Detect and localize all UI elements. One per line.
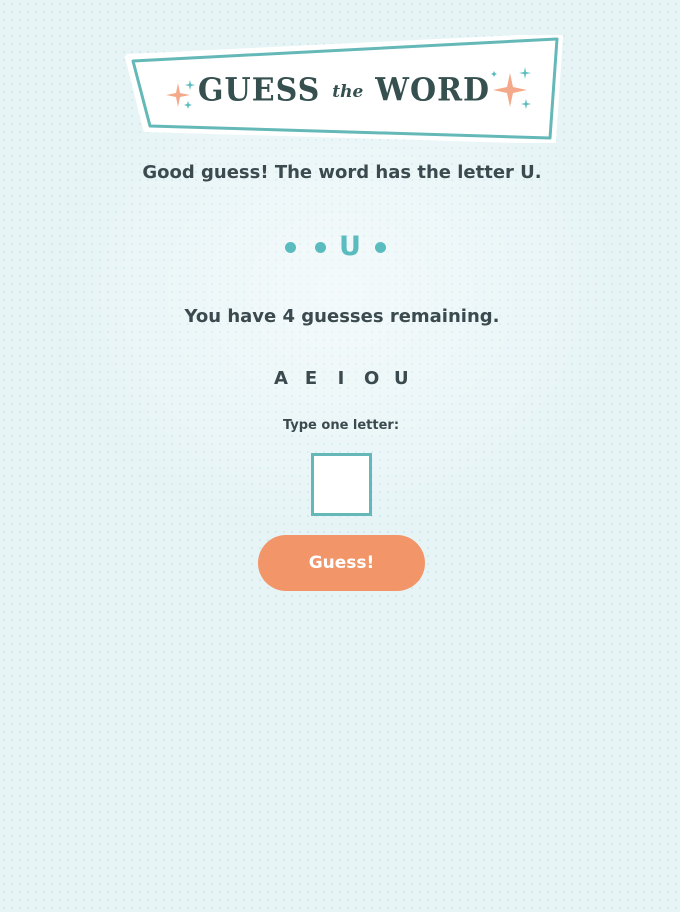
letter-input[interactable] xyxy=(311,453,372,516)
word-slot-hidden xyxy=(282,226,298,266)
hidden-letter-dot xyxy=(374,242,386,253)
status-message: Good guess! The word has the letter U. xyxy=(142,162,542,183)
guessed-letter: U xyxy=(394,368,409,389)
hidden-letter-dot xyxy=(314,242,326,253)
banner-word-the: the xyxy=(332,82,364,102)
word-display: U xyxy=(0,226,670,266)
revealed-letter: U xyxy=(339,230,361,262)
guessed-letter: I xyxy=(337,368,345,389)
guessed-letter: A xyxy=(274,368,288,389)
banner-word-word: WORD xyxy=(375,72,491,109)
word-slot-revealed: U xyxy=(339,226,361,266)
word-slot-hidden xyxy=(312,226,328,266)
word-slot-hidden xyxy=(372,226,388,266)
guess-button[interactable]: Guess! xyxy=(258,535,425,591)
hidden-letter-dot xyxy=(284,242,296,253)
guessed-letter: E xyxy=(304,368,318,389)
letter-input-label: Type one letter: xyxy=(282,418,400,433)
remaining-guesses-message: You have 4 guesses remaining. xyxy=(184,306,500,327)
title-banner: GUESS the WORD xyxy=(124,35,564,143)
banner-word-guess: GUESS xyxy=(197,72,321,109)
guessed-letter: O xyxy=(364,368,380,389)
guessed-letters-list: AEIOU xyxy=(0,368,680,389)
sparkle-icon xyxy=(491,67,531,109)
